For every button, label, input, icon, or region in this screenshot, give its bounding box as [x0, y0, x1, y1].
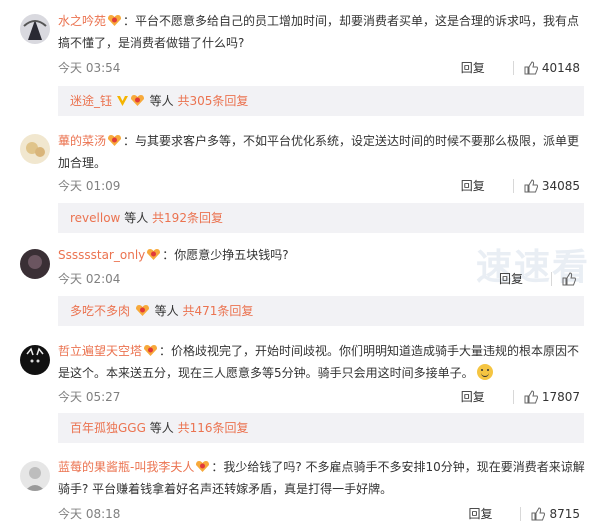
reply-thread[interactable]: revellow 等人 共192条回复 [58, 203, 584, 233]
reply-button[interactable]: 回复 [461, 59, 485, 76]
fan-badge-icon [147, 249, 161, 260]
fan-badge-icon [130, 95, 144, 106]
thumbs-up-icon[interactable] [524, 178, 538, 193]
divider [512, 178, 514, 193]
timestamp: 今天 08:18 [58, 507, 121, 521]
thread-username[interactable]: 百年孤独GGG [70, 421, 146, 435]
thread-middle: 等人 [149, 94, 174, 108]
fan-badge-icon [108, 15, 122, 26]
like-count: 17807 [541, 389, 580, 404]
avatar[interactable] [20, 345, 50, 375]
reply-thread[interactable]: 百年孤独GGG 等人 共116条回复 [58, 413, 584, 443]
thread-reply-count-link[interactable]: 共192条回复 [152, 211, 223, 225]
thread-middle: 等人 [154, 304, 179, 318]
like-count: 40148 [541, 60, 580, 75]
thread-username[interactable]: revellow [70, 211, 120, 225]
divider [520, 506, 522, 521]
divider [551, 271, 552, 286]
comment-text: ：你愿意少挣五块钱吗? [162, 248, 289, 262]
comment-text: ：与其要求客户多等，不如平台优化系统，设定送达时间的时候不要那么极限，派单更加合… [58, 134, 580, 170]
timestamp: 今天 03:54 [58, 61, 121, 75]
reply-button[interactable]: 回复 [499, 270, 523, 287]
timestamp: 今天 05:27 [58, 390, 121, 404]
thread-middle: 等人 [149, 421, 174, 435]
verified-v-icon [116, 96, 128, 106]
like-count: 8715 [549, 506, 580, 521]
username[interactable]: 蓽的菜汤 [58, 134, 106, 148]
thread-username[interactable]: 多吃不多肉 [70, 304, 130, 318]
thread-reply-count-link[interactable]: 共471条回复 [183, 304, 254, 318]
thread-username[interactable]: 迷途_钰 [70, 94, 112, 108]
thread-reply-count-link[interactable]: 共116条回复 [178, 421, 249, 435]
avatar[interactable] [20, 14, 50, 44]
thread-reply-count-link[interactable]: 共305条回复 [178, 94, 249, 108]
like-count: 34085 [541, 178, 580, 193]
fan-badge-icon [196, 461, 210, 472]
reply-button[interactable]: 回复 [461, 388, 485, 405]
divider [512, 60, 514, 75]
fan-badge-icon [144, 345, 158, 356]
username[interactable]: 水之吟苑 [58, 14, 106, 28]
thread-middle: 等人 [124, 211, 149, 225]
fan-badge-icon [135, 305, 149, 316]
emoji-icon [477, 364, 494, 380]
reply-button[interactable]: 回复 [461, 177, 485, 194]
reply-button[interactable]: 回复 [468, 505, 492, 522]
fan-badge-icon [108, 135, 122, 146]
avatar[interactable] [20, 249, 50, 279]
thumbs-up-icon[interactable] [524, 60, 538, 75]
timestamp: 今天 02:04 [58, 272, 121, 286]
avatar[interactable] [20, 134, 50, 164]
username[interactable]: 蓝莓的果酱瓶-叫我李夫人 [58, 460, 194, 474]
thumbs-up-icon[interactable] [531, 506, 546, 521]
reply-thread[interactable]: 迷途_钰 等人 共305条回复 [58, 86, 584, 116]
reply-thread[interactable]: 多吃不多肉 等人 共471条回复 [58, 296, 584, 326]
comment-text: ：平台不愿意多给自己的员工增加时间，却要消费者买单，这是合理的诉求吗，我有点搞不… [58, 14, 580, 50]
thumbs-up-icon[interactable] [562, 271, 576, 286]
avatar[interactable] [20, 461, 50, 491]
timestamp: 今天 01:09 [58, 179, 121, 193]
divider [512, 389, 514, 404]
username[interactable]: Sssssstar_only [58, 248, 145, 262]
username[interactable]: 哲立遍望天空塔 [58, 344, 142, 358]
thumbs-up-icon[interactable] [524, 389, 538, 404]
